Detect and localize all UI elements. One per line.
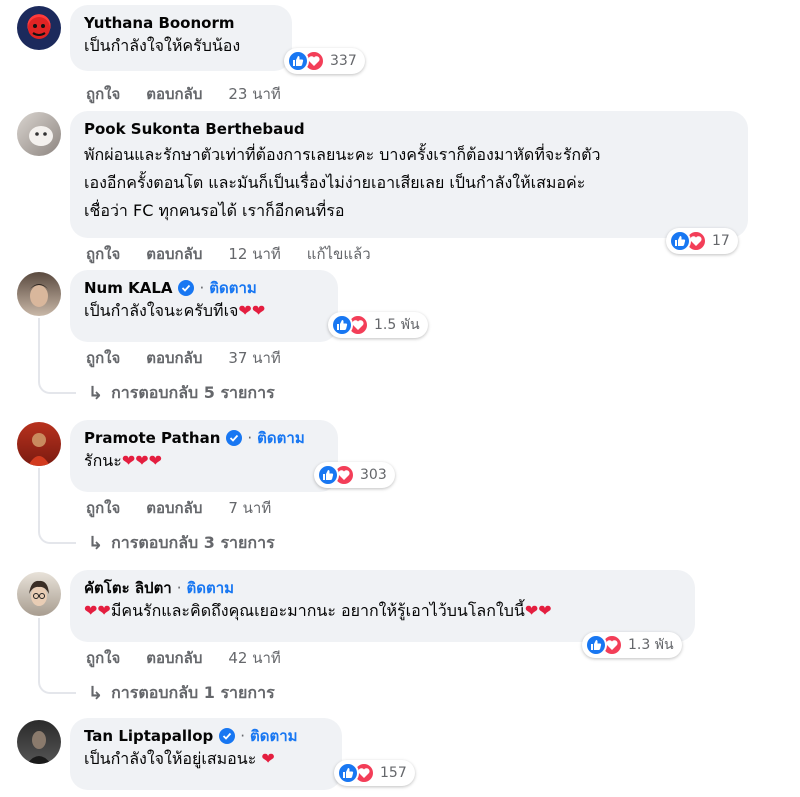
heart-emoji: ❤❤❤ (121, 451, 163, 470)
comment-bubble: Yuthana Boonorm เป็นกำลังใจให้ครับน้อง (70, 5, 292, 71)
avatar[interactable] (17, 112, 61, 156)
reaction-count: 157 (380, 765, 407, 781)
heart-emoji: ❤❤ (84, 601, 111, 620)
comment-bubble: Pook Sukonta Berthebaud พักผ่อนและรักษาต… (70, 111, 748, 238)
heart-emoji: ❤ (261, 749, 275, 768)
view-replies-link[interactable]: ↳ การตอบกลับ 5 รายการ (88, 381, 275, 406)
view-replies-link[interactable]: ↳ การตอบกลับ 1 รายการ (88, 681, 275, 706)
reply-button[interactable]: ตอบกลับ (146, 346, 202, 370)
edited-label: แก้ไขแล้ว (306, 245, 371, 263)
avatar[interactable] (17, 572, 61, 616)
reaction-count: 303 (360, 467, 387, 483)
reaction-count: 1.5 พัน (374, 317, 420, 333)
timestamp[interactable]: 7 นาที (228, 496, 271, 520)
comment-text: เป็นกำลังใจนะครับทีเจ❤❤ (84, 301, 266, 320)
verified-badge-icon (219, 728, 236, 744)
comment-text: เป็นกำลังใจให้ครับน้อง (84, 36, 241, 55)
comment-author[interactable]: คัตโตะ ลิปตา (84, 576, 172, 600)
avatar[interactable] (17, 272, 61, 316)
comment-author[interactable]: Pook Sukonta Berthebaud (84, 120, 305, 138)
comment-text: ❤❤มีคนรักและคิดถึงคุณเยอะมากนะ อยากให้รู… (84, 601, 552, 620)
reaction-summary[interactable]: 1.5 พัน (328, 312, 428, 338)
comment-author[interactable]: Tan Liptapallop (84, 727, 213, 745)
thumbs-up-icon (585, 634, 607, 656)
timestamp[interactable]: 42 นาที (228, 646, 280, 670)
reaction-count: 337 (330, 53, 357, 69)
follow-button[interactable]: ติดตาม (250, 724, 298, 748)
comment-bubble: Tan Liptapallop · ติดตาม เป็นกำลังใจให้อ… (70, 718, 342, 790)
thread-line (38, 318, 40, 378)
reaction-summary[interactable]: 337 (284, 48, 365, 74)
thread-line (38, 468, 40, 528)
thumbs-up-icon (337, 762, 359, 784)
comment-text: เป็นกำลังใจให้อยู่เสมอนะ ❤ (84, 749, 275, 768)
timestamp[interactable]: 37 นาที (228, 346, 280, 370)
comment-author[interactable]: Num KALA (84, 279, 172, 297)
avatar[interactable] (17, 720, 61, 764)
reaction-count: 17 (712, 233, 730, 249)
avatar[interactable] (17, 6, 61, 50)
follow-button[interactable]: ติดตาม (187, 576, 235, 600)
reaction-summary[interactable]: 17 (666, 228, 738, 254)
like-button[interactable]: ถูกใจ (86, 346, 120, 370)
comment-bubble: Num KALA · ติดตาม เป็นกำลังใจนะครับทีเจ❤… (70, 270, 338, 342)
thread-line (38, 618, 40, 678)
thread-connector (38, 670, 76, 694)
comment-author[interactable]: Pramote Pathan (84, 429, 220, 447)
thumbs-up-icon (669, 230, 691, 252)
timestamp[interactable]: 23 นาที (228, 82, 280, 106)
reply-arrow-icon: ↳ (88, 683, 104, 704)
reply-button[interactable]: ตอบกลับ (146, 496, 202, 520)
reply-button[interactable]: ตอบกลับ (146, 242, 202, 266)
verified-badge-icon (226, 430, 243, 446)
reaction-summary[interactable]: 157 (334, 760, 415, 786)
heart-emoji: ❤❤ (238, 301, 266, 320)
thread-connector (38, 520, 76, 544)
timestamp[interactable]: 12 นาที (228, 242, 280, 266)
comment-text: พักผ่อนและรักษาตัวเท่าที่ต้องการเลยนะคะ … (84, 145, 601, 220)
verified-badge-icon (178, 280, 195, 296)
like-button[interactable]: ถูกใจ (86, 82, 120, 106)
comment-author[interactable]: Yuthana Boonorm (84, 14, 235, 32)
heart-emoji: ❤❤ (524, 601, 552, 620)
reaction-summary[interactable]: 1.3 พัน (582, 632, 682, 658)
thumbs-up-icon (317, 464, 339, 486)
reply-button[interactable]: ตอบกลับ (146, 82, 202, 106)
reply-arrow-icon: ↳ (88, 533, 104, 554)
reaction-summary[interactable]: 303 (314, 462, 395, 488)
reply-arrow-icon: ↳ (88, 383, 104, 404)
avatar[interactable] (17, 422, 61, 466)
like-button[interactable]: ถูกใจ (86, 646, 120, 670)
thread-connector (38, 370, 76, 394)
like-button[interactable]: ถูกใจ (86, 242, 120, 266)
view-replies-link[interactable]: ↳ การตอบกลับ 3 รายการ (88, 531, 275, 556)
reply-button[interactable]: ตอบกลับ (146, 646, 202, 670)
follow-button[interactable]: ติดตาม (209, 276, 257, 300)
thumbs-up-icon (331, 314, 353, 336)
comment-bubble: Pramote Pathan · ติดตาม รักนะ❤❤❤ (70, 420, 338, 492)
reaction-count: 1.3 พัน (628, 637, 674, 653)
comment-text: รักนะ❤❤❤ (84, 451, 163, 470)
thumbs-up-icon (287, 50, 309, 72)
like-button[interactable]: ถูกใจ (86, 496, 120, 520)
follow-button[interactable]: ติดตาม (257, 426, 305, 450)
